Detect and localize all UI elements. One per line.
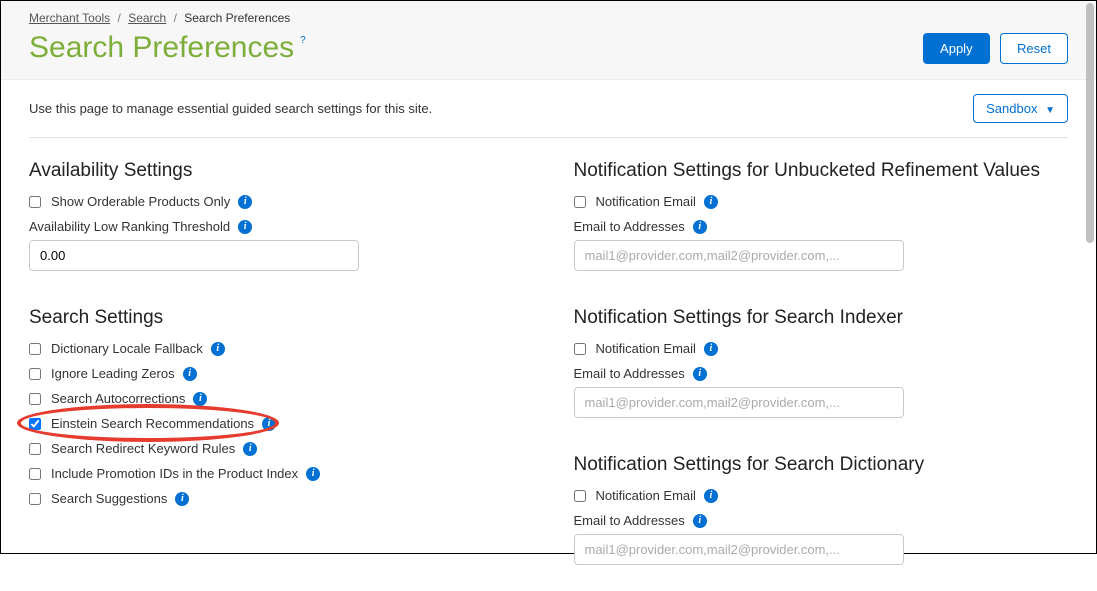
- ignore-zeros-label: Ignore Leading Zeros: [51, 366, 175, 381]
- indexer-notif-row: Notification Email i: [574, 341, 1069, 356]
- right-column: Notification Settings for Unbucketed Ref…: [574, 156, 1069, 573]
- page-description: Use this page to manage essential guided…: [29, 101, 432, 116]
- autocorrect-checkbox[interactable]: [29, 393, 41, 405]
- unbucketed-notif-checkbox[interactable]: [574, 196, 586, 208]
- dictionary-notif-row: Notification Email i: [574, 488, 1069, 503]
- info-icon[interactable]: i: [704, 342, 718, 356]
- low-ranking-label: Availability Low Ranking Threshold: [29, 219, 230, 234]
- indexer-heading: Notification Settings for Search Indexer: [574, 307, 1069, 329]
- breadcrumb-sep: /: [174, 11, 177, 25]
- info-icon[interactable]: i: [238, 195, 252, 209]
- info-icon[interactable]: i: [243, 442, 257, 456]
- page-header: Merchant Tools / Search / Search Prefere…: [1, 1, 1096, 80]
- info-icon[interactable]: i: [693, 367, 707, 381]
- apply-button[interactable]: Apply: [923, 33, 990, 64]
- show-orderable-row: Show Orderable Products Only i: [29, 194, 524, 209]
- page-title-text: Search Preferences: [29, 31, 294, 65]
- suggestions-checkbox[interactable]: [29, 493, 41, 505]
- environment-label: Sandbox: [986, 101, 1037, 116]
- main-content: Availability Settings Show Orderable Pro…: [1, 138, 1096, 591]
- help-icon[interactable]: ?: [300, 35, 306, 46]
- low-ranking-input[interactable]: [29, 240, 359, 271]
- low-ranking-label-row: Availability Low Ranking Threshold i: [29, 219, 524, 234]
- redirect-row: Search Redirect Keyword Rules i: [29, 441, 524, 456]
- dictionary-emailto-row: Email to Addresses i: [574, 513, 1069, 528]
- suggestions-label: Search Suggestions: [51, 491, 167, 506]
- suggestions-row: Search Suggestions i: [29, 491, 524, 506]
- autocorrect-row: Search Autocorrections i: [29, 391, 524, 406]
- redirect-label: Search Redirect Keyword Rules: [51, 441, 235, 456]
- info-icon[interactable]: i: [238, 220, 252, 234]
- show-orderable-checkbox[interactable]: [29, 196, 41, 208]
- info-icon[interactable]: i: [704, 195, 718, 209]
- info-icon[interactable]: i: [693, 220, 707, 234]
- redirect-checkbox[interactable]: [29, 443, 41, 455]
- indexer-emailto-row: Email to Addresses i: [574, 366, 1069, 381]
- environment-dropdown[interactable]: Sandbox ▼: [973, 94, 1068, 123]
- unbucketed-emailto-row: Email to Addresses i: [574, 219, 1069, 234]
- breadcrumb-sep: /: [118, 11, 121, 25]
- promo-ids-label: Include Promotion IDs in the Product Ind…: [51, 466, 298, 481]
- search-settings-heading: Search Settings: [29, 307, 524, 329]
- unbucketed-email-input[interactable]: [574, 240, 904, 271]
- unbucketed-notif-label: Notification Email: [596, 194, 696, 209]
- promo-ids-row: Include Promotion IDs in the Product Ind…: [29, 466, 524, 481]
- caret-down-icon: ▼: [1045, 105, 1055, 116]
- info-icon[interactable]: i: [704, 489, 718, 503]
- page-title: Search Preferences ?: [29, 31, 306, 65]
- dictionary-heading: Notification Settings for Search Diction…: [574, 454, 1069, 476]
- info-icon[interactable]: i: [183, 367, 197, 381]
- dictionary-emailto-label: Email to Addresses: [574, 513, 685, 528]
- einstein-row: Einstein Search Recommendations i: [29, 416, 524, 431]
- dictionary-email-input[interactable]: [574, 534, 904, 565]
- unbucketed-heading: Notification Settings for Unbucketed Ref…: [574, 160, 1069, 182]
- ignore-zeros-checkbox[interactable]: [29, 368, 41, 380]
- dict-locale-row: Dictionary Locale Fallback i: [29, 341, 524, 356]
- autocorrect-label: Search Autocorrections: [51, 391, 185, 406]
- promo-ids-checkbox[interactable]: [29, 468, 41, 480]
- ignore-zeros-row: Ignore Leading Zeros i: [29, 366, 524, 381]
- indexer-notif-checkbox[interactable]: [574, 343, 586, 355]
- breadcrumb-merchant-tools[interactable]: Merchant Tools: [29, 11, 110, 25]
- breadcrumb-search[interactable]: Search: [128, 11, 166, 25]
- scrollbar[interactable]: [1086, 3, 1094, 243]
- dictionary-notif-label: Notification Email: [596, 488, 696, 503]
- dict-locale-checkbox[interactable]: [29, 343, 41, 355]
- info-icon[interactable]: i: [262, 417, 276, 431]
- left-column: Availability Settings Show Orderable Pro…: [29, 156, 524, 573]
- info-icon[interactable]: i: [175, 492, 189, 506]
- breadcrumb: Merchant Tools / Search / Search Prefere…: [29, 11, 1068, 25]
- info-icon[interactable]: i: [211, 342, 225, 356]
- show-orderable-label: Show Orderable Products Only: [51, 194, 230, 209]
- info-icon[interactable]: i: [193, 392, 207, 406]
- indexer-email-input[interactable]: [574, 387, 904, 418]
- breadcrumb-current: Search Preferences: [184, 11, 290, 25]
- unbucketed-emailto-label: Email to Addresses: [574, 219, 685, 234]
- sub-header: Use this page to manage essential guided…: [1, 80, 1096, 131]
- indexer-emailto-label: Email to Addresses: [574, 366, 685, 381]
- einstein-checkbox[interactable]: [29, 418, 41, 430]
- dict-locale-label: Dictionary Locale Fallback: [51, 341, 203, 356]
- unbucketed-notif-row: Notification Email i: [574, 194, 1069, 209]
- einstein-label: Einstein Search Recommendations: [51, 416, 254, 431]
- action-buttons: Apply Reset: [923, 33, 1068, 64]
- info-icon[interactable]: i: [306, 467, 320, 481]
- indexer-notif-label: Notification Email: [596, 341, 696, 356]
- availability-heading: Availability Settings: [29, 160, 524, 182]
- reset-button[interactable]: Reset: [1000, 33, 1068, 64]
- dictionary-notif-checkbox[interactable]: [574, 490, 586, 502]
- info-icon[interactable]: i: [693, 514, 707, 528]
